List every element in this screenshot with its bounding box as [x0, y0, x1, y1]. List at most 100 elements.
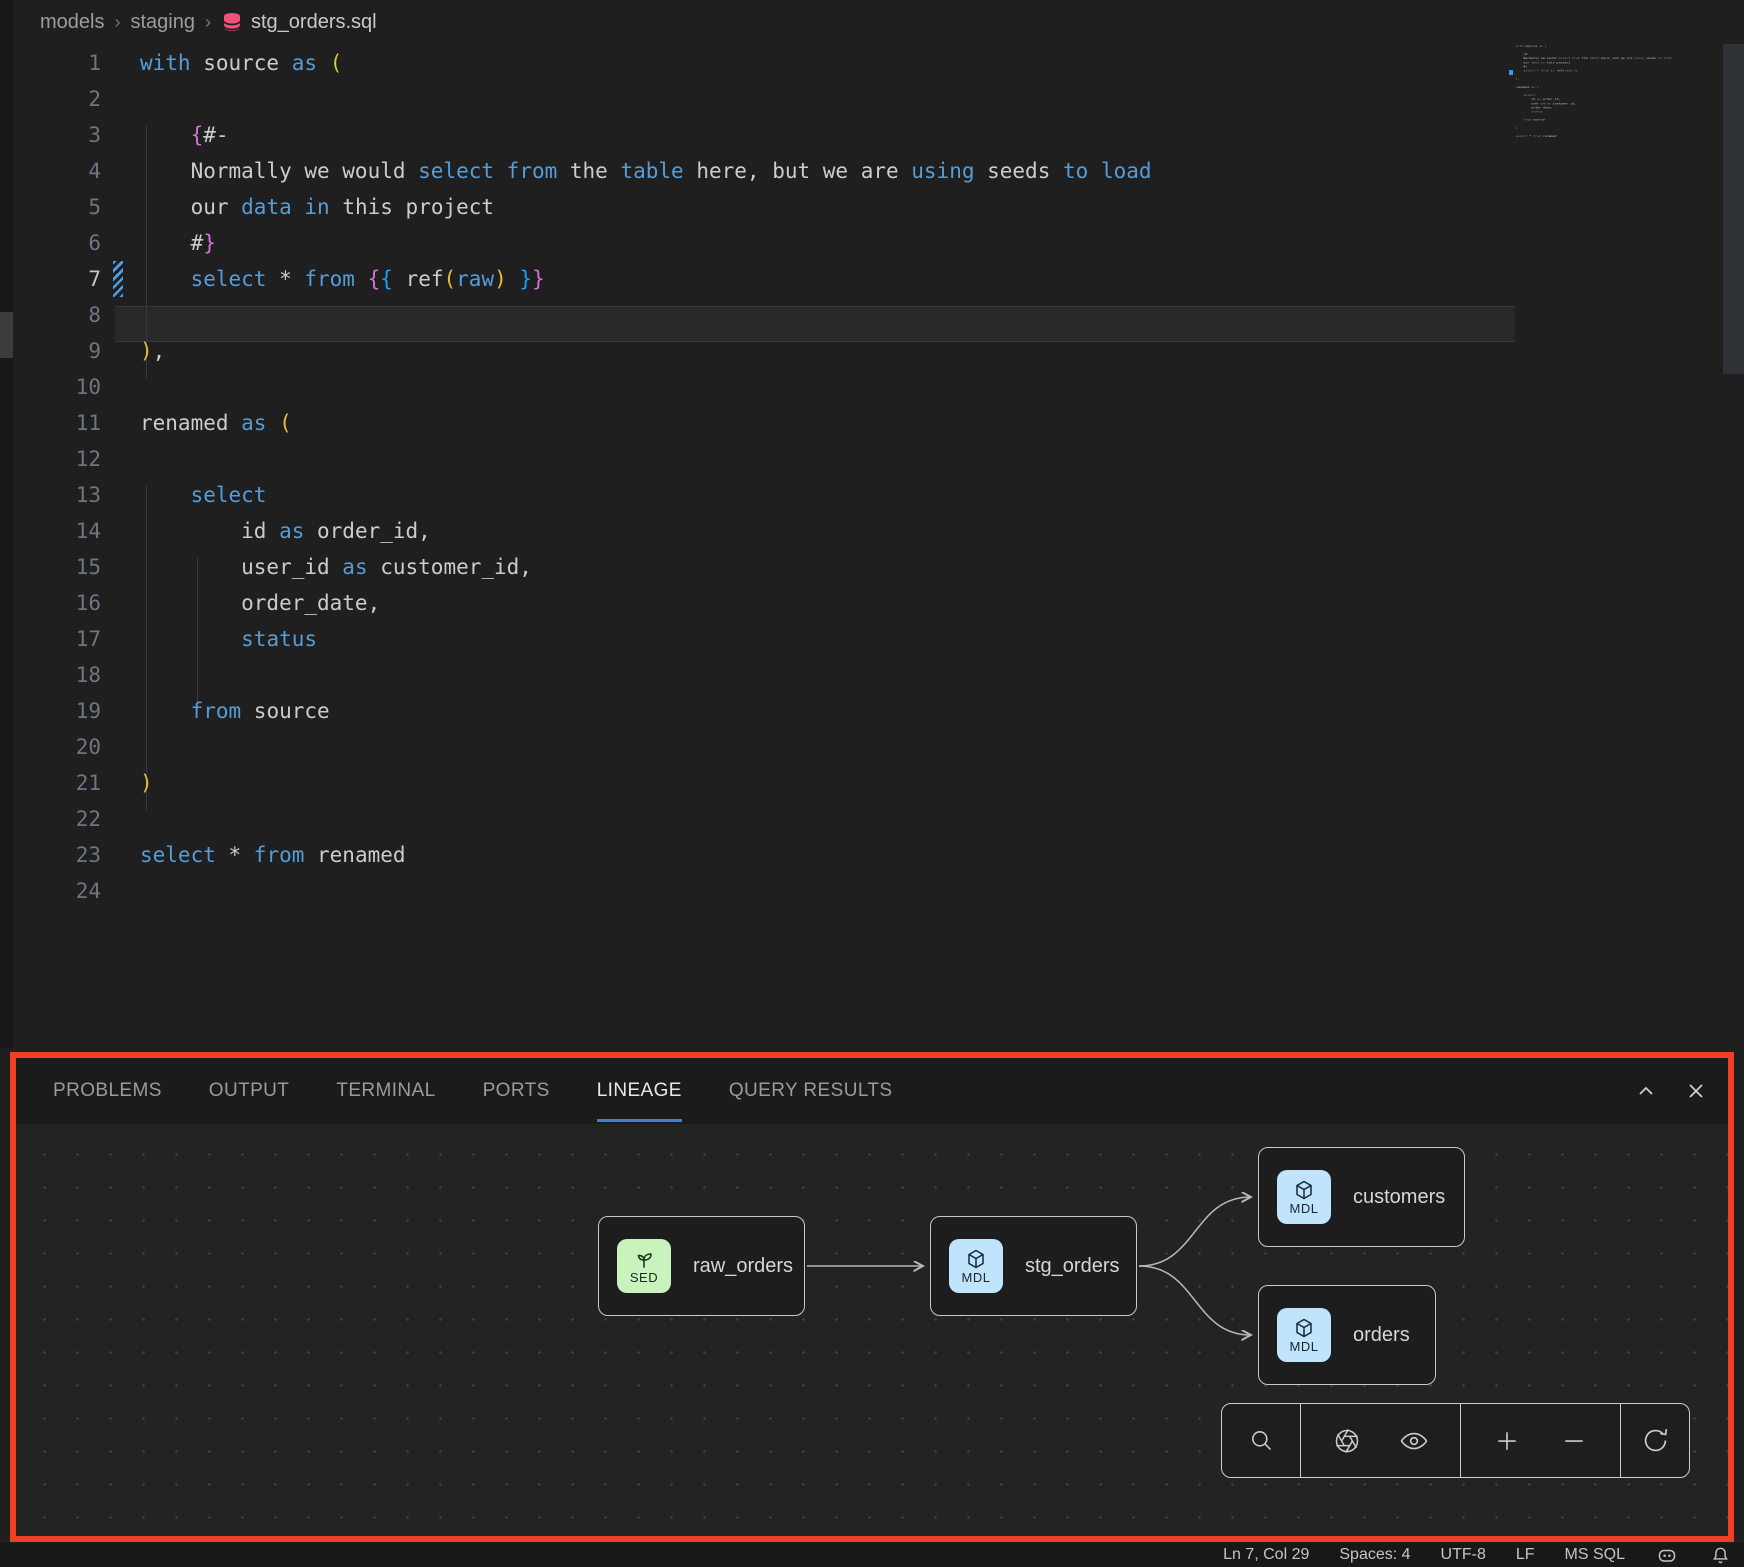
copilot-icon[interactable]	[1655, 1543, 1679, 1567]
search-icon[interactable]	[1239, 1419, 1283, 1463]
status-bar: Ln 7, Col 29 Spaces: 4 UTF-8 LF MS SQL	[0, 1543, 1744, 1567]
badge-label: MDL	[962, 1271, 991, 1285]
code-text: ),	[140, 333, 165, 369]
code-line-9[interactable]: 9),	[13, 333, 1744, 369]
status-ms-sql[interactable]: MS SQL	[1565, 1546, 1625, 1564]
line-number: 14	[13, 513, 101, 549]
code-text: select * from {{ ref(raw) }}	[140, 261, 545, 297]
line-number: 4	[13, 153, 101, 189]
code-line-23[interactable]: 23select * from renamed	[13, 837, 1744, 873]
eye-icon[interactable]	[1392, 1419, 1436, 1463]
code-line-14[interactable]: 14 id as order_id,	[13, 513, 1744, 549]
line-number: 1	[13, 45, 101, 81]
zoom-in-icon[interactable]	[1485, 1419, 1529, 1463]
gutter-modified-decoration	[113, 621, 123, 657]
gutter-modified-decoration	[113, 837, 123, 873]
tab-output[interactable]: OUTPUT	[209, 1060, 290, 1122]
gutter-modified-decoration	[113, 225, 123, 261]
node-label: customers	[1353, 1186, 1445, 1209]
line-number: 12	[13, 441, 101, 477]
code-line-16[interactable]: 16 order_date,	[13, 585, 1744, 621]
gutter-modified-decoration	[113, 729, 123, 765]
breadcrumb-file[interactable]: stg_orders.sql	[221, 11, 377, 34]
badge-label: SED	[630, 1271, 658, 1285]
code-line-7[interactable]: 7 select * from {{ ref(raw) }}	[13, 261, 1744, 297]
tab-query-results[interactable]: QUERY RESULTS	[729, 1060, 893, 1122]
breadcrumb-item-models[interactable]: models	[40, 11, 104, 34]
tab-lineage[interactable]: LINEAGE	[597, 1060, 682, 1122]
lineage-node-raw_orders[interactable]: SEDraw_orders	[598, 1216, 805, 1316]
line-number: 19	[13, 693, 101, 729]
line-number: 21	[13, 765, 101, 801]
tab-terminal[interactable]: TERMINAL	[336, 1060, 435, 1122]
breadcrumb-item-staging[interactable]: staging	[130, 11, 195, 34]
code-line-18[interactable]: 18	[13, 657, 1744, 693]
chevron-up-icon[interactable]	[1634, 1079, 1658, 1103]
panel-tabbar: PROBLEMS OUTPUT TERMINAL PORTS LINEAGE QUERY …	[16, 1058, 1728, 1124]
gutter-modified-decoration	[113, 117, 123, 153]
node-label: orders	[1353, 1324, 1410, 1347]
refresh-icon[interactable]	[1633, 1419, 1677, 1463]
code-line-20[interactable]: 20	[13, 729, 1744, 765]
code-text: status	[140, 621, 317, 657]
minimap[interactable]: 1with source as (23 {#-4 Normally we wou…	[1513, 44, 1722, 164]
code-line-24[interactable]: 24	[1513, 138, 1722, 142]
code-line-24[interactable]: 24	[13, 873, 1744, 909]
breadcrumb: models › staging › stg_orders.sql	[13, 0, 1744, 44]
gutter-modified-decoration	[113, 441, 123, 477]
gutter-modified-decoration	[113, 549, 123, 585]
gutter-modified-decoration	[113, 333, 123, 369]
code-line-19[interactable]: 19 from source	[13, 693, 1744, 729]
line-number: 11	[13, 405, 101, 441]
line-number: 5	[13, 189, 101, 225]
code-line-12[interactable]: 12	[13, 441, 1744, 477]
code-text: id as order_id,	[140, 513, 431, 549]
editor-scrollbar[interactable]	[1723, 44, 1744, 374]
code-line-1[interactable]: 1with source as (	[13, 45, 1744, 81]
zoom-out-icon[interactable]	[1552, 1419, 1596, 1463]
status-lf[interactable]: LF	[1516, 1546, 1535, 1564]
lineage-node-customers[interactable]: MDL customers	[1258, 1147, 1465, 1247]
status-spaces-4[interactable]: Spaces: 4	[1339, 1546, 1410, 1564]
code-line-11[interactable]: 11renamed as (	[13, 405, 1744, 441]
code-line-5[interactable]: 5 our data in this project	[13, 189, 1744, 225]
code-editor[interactable]: 1with source as (23 {#-4 Normally we wou…	[13, 44, 1744, 1052]
code-line-3[interactable]: 3 {#-	[13, 117, 1744, 153]
tab-ports[interactable]: PORTS	[483, 1060, 550, 1122]
code-text: our data in this project	[140, 189, 494, 225]
lineage-node-stg_orders[interactable]: MDLstg_orders	[930, 1216, 1137, 1316]
bell-icon[interactable]	[1709, 1544, 1732, 1567]
code-text: user_id as customer_id,	[140, 549, 532, 585]
lineage-toolbar	[1221, 1403, 1690, 1478]
code-text: select * from renamed	[140, 837, 406, 873]
line-number: 18	[13, 657, 101, 693]
badge-label: MDL	[1290, 1202, 1319, 1216]
breadcrumb-file-name: stg_orders.sql	[251, 11, 377, 34]
database-icon	[221, 11, 243, 33]
code-line-21[interactable]: 21)	[13, 765, 1744, 801]
code-line-17[interactable]: 17 status	[13, 621, 1744, 657]
lineage-canvas[interactable]: SEDraw_ordersMDLstg_ordersMDLcustomersMD…	[16, 1124, 1728, 1536]
code-line-15[interactable]: 15 user_id as customer_id,	[13, 549, 1744, 585]
status-ln-7-col-29[interactable]: Ln 7, Col 29	[1223, 1546, 1309, 1564]
cube-badge: MDL	[1277, 1308, 1331, 1362]
code-line-10[interactable]: 10	[13, 369, 1744, 405]
tab-problems[interactable]: PROBLEMS	[53, 1060, 162, 1122]
code-line-4[interactable]: 4 Normally we would select from the tabl…	[13, 153, 1744, 189]
gutter-modified-decoration	[113, 657, 123, 693]
code-line-2[interactable]: 2	[13, 81, 1744, 117]
code-text: from source	[140, 693, 330, 729]
code-line-8[interactable]: 8	[13, 297, 1744, 333]
line-number: 6	[13, 225, 101, 261]
gutter-modified-decoration	[113, 873, 123, 909]
code-text: order_date,	[140, 585, 380, 621]
code-text: {#-	[140, 117, 229, 153]
lineage-node-orders[interactable]: MDL orders	[1258, 1285, 1436, 1385]
close-icon[interactable]	[1684, 1079, 1708, 1103]
aperture-icon[interactable]	[1325, 1419, 1369, 1463]
code-line-13[interactable]: 13 select	[13, 477, 1744, 513]
status-utf-8[interactable]: UTF-8	[1441, 1546, 1486, 1564]
code-line-22[interactable]: 22	[13, 801, 1744, 837]
badge-label: MDL	[1290, 1340, 1319, 1354]
code-line-6[interactable]: 6 #}	[13, 225, 1744, 261]
